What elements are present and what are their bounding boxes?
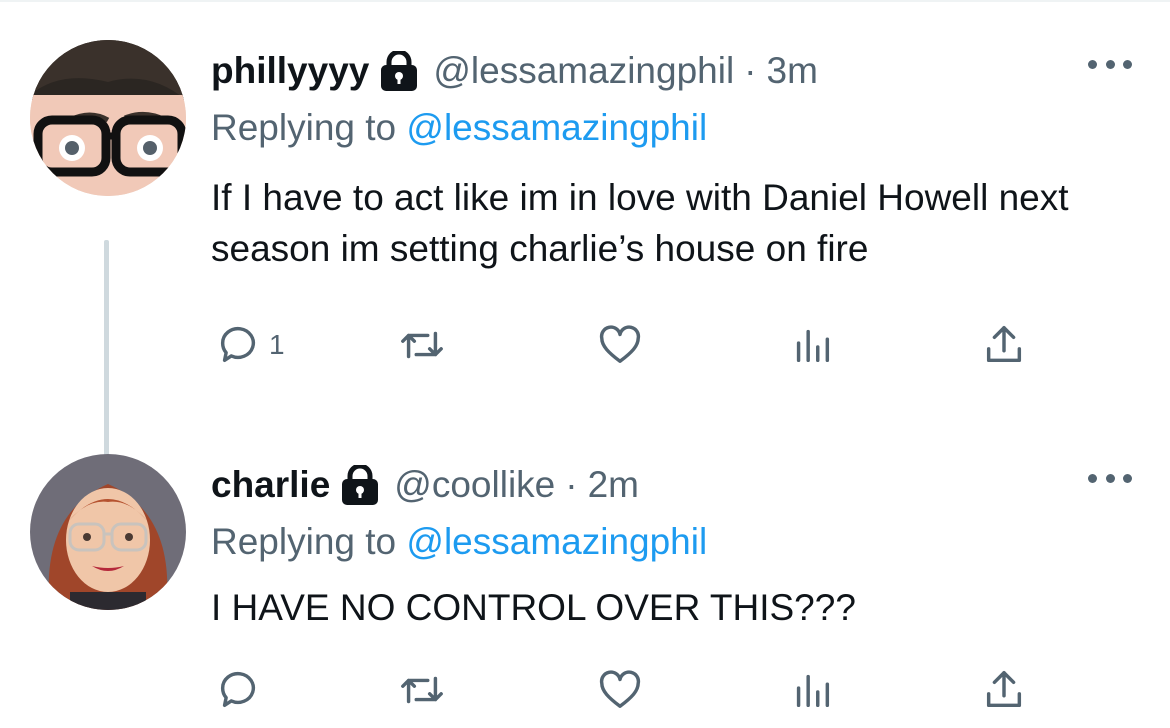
tweet-text: If I have to act like im in love with Da… <box>211 177 1069 269</box>
replying-to-mention[interactable]: @lessamazingphil <box>406 521 707 562</box>
lock-icon <box>379 49 419 91</box>
tweet-header: phillyyyy @lessamazingphil · 3m <box>211 40 1140 102</box>
like-button[interactable] <box>597 667 643 713</box>
like-button[interactable] <box>597 322 643 368</box>
lock-icon <box>340 463 380 505</box>
share-icon <box>981 322 1027 368</box>
avatar-column <box>30 40 186 196</box>
more-icon[interactable] <box>1088 54 1132 74</box>
replying-to-prefix: Replying to <box>211 107 397 148</box>
analytics-icon <box>789 667 835 713</box>
divider <box>0 0 1170 2</box>
share-button[interactable] <box>981 667 1027 713</box>
replying-to-line: Replying to @lessamazingphil <box>211 102 1140 154</box>
like-icon <box>597 322 643 368</box>
user-handle[interactable]: @coollike <box>394 464 555 506</box>
timestamp[interactable]: 2m <box>588 464 639 506</box>
separator-dot: · <box>565 464 578 505</box>
analytics-icon <box>789 322 835 368</box>
timestamp[interactable]: 3m <box>767 50 818 92</box>
display-name[interactable]: charlie <box>211 464 330 506</box>
replying-to-line: Replying to @lessamazingphil <box>211 516 1140 568</box>
tweet-text: I HAVE NO CONTROL OVER THIS??? <box>211 587 856 628</box>
reply-button[interactable]: 1 <box>215 322 285 368</box>
user-handle[interactable]: @lessamazingphil <box>433 50 734 92</box>
replying-to-mention[interactable]: @lessamazingphil <box>406 107 707 148</box>
retweet-button[interactable] <box>399 322 445 368</box>
share-icon <box>981 667 1027 713</box>
tweet-body: charlie @coollike · 2m Replying to @less… <box>211 454 1140 727</box>
retweet-icon <box>399 667 445 713</box>
reply-icon <box>215 667 261 713</box>
separator-dot: · <box>744 50 757 91</box>
retweet-button[interactable] <box>399 667 445 713</box>
tweet-header: charlie @coollike · 2m <box>211 454 1140 516</box>
retweet-icon <box>399 322 445 368</box>
display-name[interactable]: phillyyyy <box>211 50 369 92</box>
analytics-button[interactable] <box>789 667 835 713</box>
reply-icon <box>215 322 261 368</box>
share-button[interactable] <box>981 322 1027 368</box>
thread-connector-line <box>104 240 109 490</box>
like-icon <box>597 667 643 713</box>
analytics-button[interactable] <box>789 322 835 368</box>
reply-button[interactable] <box>215 667 269 713</box>
avatar-column <box>30 454 186 610</box>
action-bar <box>211 667 1140 727</box>
more-icon[interactable] <box>1088 468 1132 488</box>
avatar[interactable] <box>30 40 186 196</box>
replying-to-prefix: Replying to <box>211 521 397 562</box>
reply-count: 1 <box>269 329 285 360</box>
action-bar: 1 <box>211 322 1140 382</box>
avatar[interactable] <box>30 454 186 610</box>
tweet-thread: phillyyyy @lessamazingphil · 3m Replying… <box>0 0 1170 728</box>
tweet-body: phillyyyy @lessamazingphil · 3m Replying… <box>211 40 1140 382</box>
